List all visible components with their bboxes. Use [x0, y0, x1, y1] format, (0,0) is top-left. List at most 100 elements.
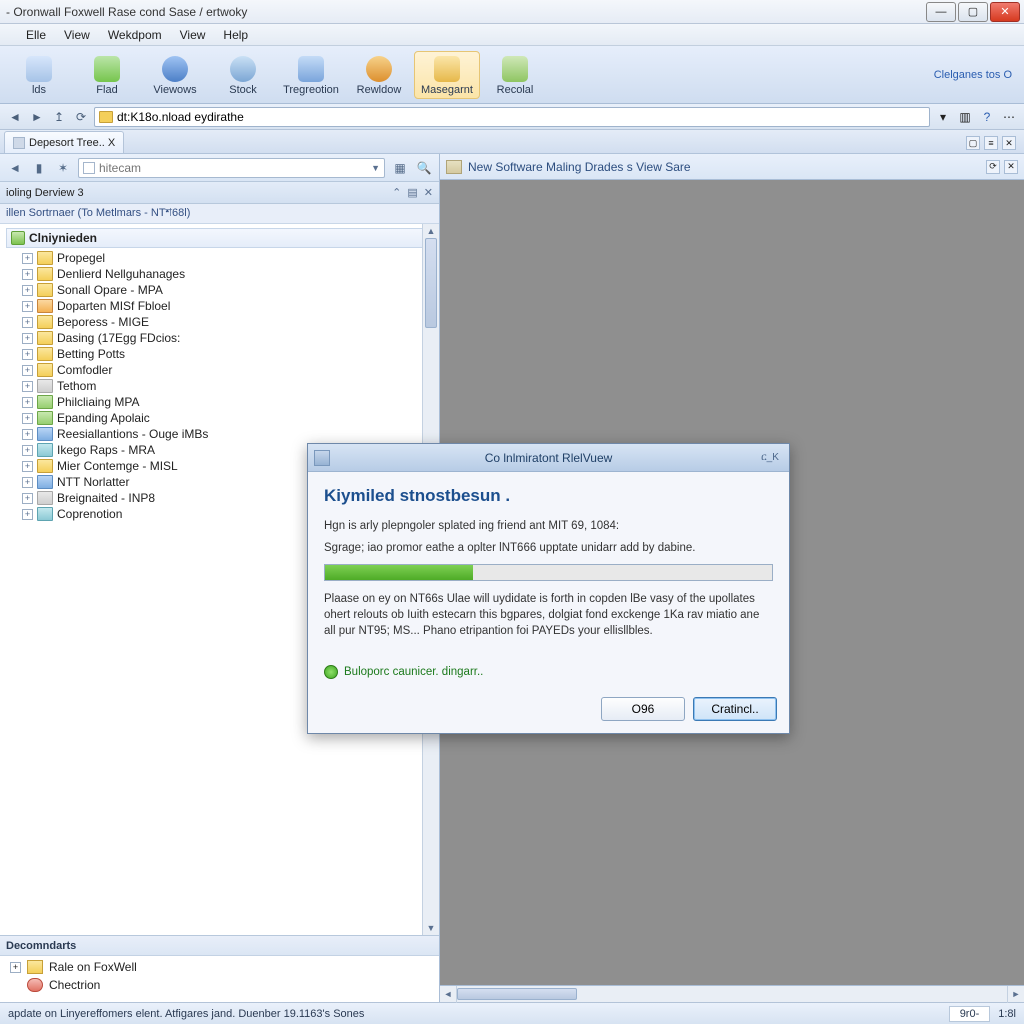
expander-icon[interactable]: +: [22, 397, 33, 408]
node-icon: [37, 395, 53, 409]
expander-icon[interactable]: +: [22, 461, 33, 472]
close-panel-icon[interactable]: ✕: [424, 186, 433, 199]
lt-doc-icon[interactable]: ▮: [30, 159, 48, 177]
address-input-wrap[interactable]: [94, 107, 930, 127]
tool-flad[interactable]: Flad: [74, 52, 140, 98]
maximize-button[interactable]: ▢: [958, 2, 988, 22]
tree-node[interactable]: +Reesiallantions - Ouge iMBs: [2, 426, 439, 442]
tree-node[interactable]: +Denlierd Nellguhanages: [2, 266, 439, 282]
rt-close-icon[interactable]: ✕: [1004, 160, 1018, 174]
tree-node[interactable]: +Comfodler: [2, 362, 439, 378]
tool-rewldow[interactable]: Rewldow: [346, 52, 412, 98]
tool-tregreotion[interactable]: Tregreotion: [278, 52, 344, 98]
hscroll-track[interactable]: [457, 986, 1007, 1002]
dialog-close-icon[interactable]: ር_K: [757, 449, 783, 467]
tool-lds[interactable]: lds: [6, 52, 72, 98]
toolbar-right-link[interactable]: Clelganes tos O: [934, 69, 1018, 81]
nav-refresh-icon[interactable]: ⟳: [72, 108, 90, 126]
tree-node[interactable]: +Sonall Opare - MPA: [2, 282, 439, 298]
lt-star-icon[interactable]: ✶: [54, 159, 72, 177]
node-icon: [37, 491, 53, 505]
expander-icon[interactable]: +: [22, 429, 33, 440]
tool-recolal[interactable]: Recolal: [482, 52, 548, 98]
tree-node[interactable]: +Tethom: [2, 378, 439, 394]
tree-root[interactable]: Clniynieden: [6, 228, 435, 248]
menu-file[interactable]: Elle: [18, 26, 54, 44]
right-tab-title[interactable]: New Software Maling Drades s View Sare: [468, 160, 691, 174]
nav-fwd-icon[interactable]: ►: [28, 108, 46, 126]
tool-masegarnt[interactable]: Masegarnt: [414, 51, 480, 99]
tree-node[interactable]: +Philcliaing MPA: [2, 394, 439, 410]
node-icon: [37, 379, 53, 393]
left-search[interactable]: ▼: [78, 158, 385, 178]
primary-button[interactable]: Cratincl..: [693, 697, 777, 721]
addr-help-icon[interactable]: ?: [978, 108, 996, 126]
tree-node[interactable]: +Betting Potts: [2, 346, 439, 362]
expander-icon[interactable]: +: [22, 365, 33, 376]
hscroll-right-icon[interactable]: ►: [1007, 986, 1024, 1003]
expander-icon[interactable]: +: [22, 349, 33, 360]
tree-node[interactable]: +Doparten MISf Fbloel: [2, 298, 439, 314]
rt-refresh-icon[interactable]: ⟳: [986, 160, 1000, 174]
tool-stock[interactable]: Stock: [210, 52, 276, 98]
addressbar: ◄ ► ↥ ⟳ ▾ ▥ ? ⋯: [0, 104, 1024, 130]
expander-icon[interactable]: +: [22, 477, 33, 488]
collapse-icon[interactable]: ⌃: [392, 186, 401, 199]
dialog-link[interactable]: Buloporc caunicer. dingarr..: [324, 665, 773, 679]
docs-header: Decomndarts: [0, 936, 439, 956]
expander-icon[interactable]: +: [22, 317, 33, 328]
expander-icon[interactable]: +: [22, 413, 33, 424]
doc-item-chectrion[interactable]: Chectrion: [0, 976, 439, 994]
lt-go-icon[interactable]: ▦: [391, 159, 409, 177]
expander-icon[interactable]: +: [22, 333, 33, 344]
menu-view[interactable]: View: [56, 26, 98, 44]
left-search-dd-icon[interactable]: ▼: [371, 163, 380, 173]
expander-icon[interactable]: +: [22, 509, 33, 520]
expander-icon[interactable]: +: [22, 269, 33, 280]
expander-icon[interactable]: +: [22, 253, 33, 264]
expander-icon[interactable]: +: [22, 445, 33, 456]
nav-up-icon[interactable]: ↥: [50, 108, 68, 126]
node-icon: [37, 443, 53, 457]
close-button[interactable]: ✕: [990, 2, 1020, 22]
stock-icon: [230, 56, 256, 82]
doc-folder-icon: [27, 960, 43, 974]
expander-icon[interactable]: +: [22, 381, 33, 392]
nav-back-icon[interactable]: ◄: [6, 108, 24, 126]
hscroll-thumb[interactable]: [457, 988, 577, 1000]
tool-viewows[interactable]: Viewows: [142, 52, 208, 98]
addr-dropdown-icon[interactable]: ▾: [934, 108, 952, 126]
menu-help[interactable]: Help: [215, 26, 256, 44]
addr-ico-3[interactable]: ⋯: [1000, 108, 1018, 126]
expander-icon[interactable]: +: [22, 301, 33, 312]
tree-node[interactable]: +Beporess - MIGE: [2, 314, 439, 330]
ok-button[interactable]: O96: [601, 697, 685, 721]
menu-wekdpom[interactable]: Wekdpom: [100, 26, 170, 44]
tree-node[interactable]: +Propegel: [2, 250, 439, 266]
panel-menu-icon[interactable]: ▤: [407, 186, 417, 199]
node-icon: [37, 331, 53, 345]
expander-icon[interactable]: +: [22, 493, 33, 504]
scroll-thumb[interactable]: [425, 238, 437, 328]
menu-view2[interactable]: View: [172, 26, 214, 44]
tree-node[interactable]: +Dasing (17Egg FDcios:: [2, 330, 439, 346]
left-search-input[interactable]: [99, 161, 371, 175]
progress-fill: [325, 565, 473, 580]
tabstrip-ico-2[interactable]: ≡: [984, 136, 998, 150]
expander-icon[interactable]: +: [22, 285, 33, 296]
hscroll-left-icon[interactable]: ◄: [440, 986, 457, 1003]
tabstrip-close-icon[interactable]: ✕: [1002, 136, 1016, 150]
tabstrip-ico-1[interactable]: ▢: [966, 136, 980, 150]
scroll-down-icon[interactable]: ▼: [423, 921, 439, 935]
lt-zoom-icon[interactable]: 🔍: [415, 159, 433, 177]
lt-back-icon[interactable]: ◄: [6, 159, 24, 177]
addr-ico-1[interactable]: ▥: [956, 108, 974, 126]
tree-node[interactable]: +Epanding Apolaiс: [2, 410, 439, 426]
scroll-up-icon[interactable]: ▲: [423, 224, 439, 238]
address-input[interactable]: [117, 110, 925, 124]
minimize-button[interactable]: —: [926, 2, 956, 22]
hscrollbar[interactable]: ◄ ►: [440, 985, 1024, 1002]
doc-item-foxwell[interactable]: + Rale on FoxWell: [0, 958, 439, 976]
doc-tab[interactable]: Depesort Tree.. X: [4, 131, 124, 153]
doc-expand-icon[interactable]: +: [10, 962, 21, 973]
